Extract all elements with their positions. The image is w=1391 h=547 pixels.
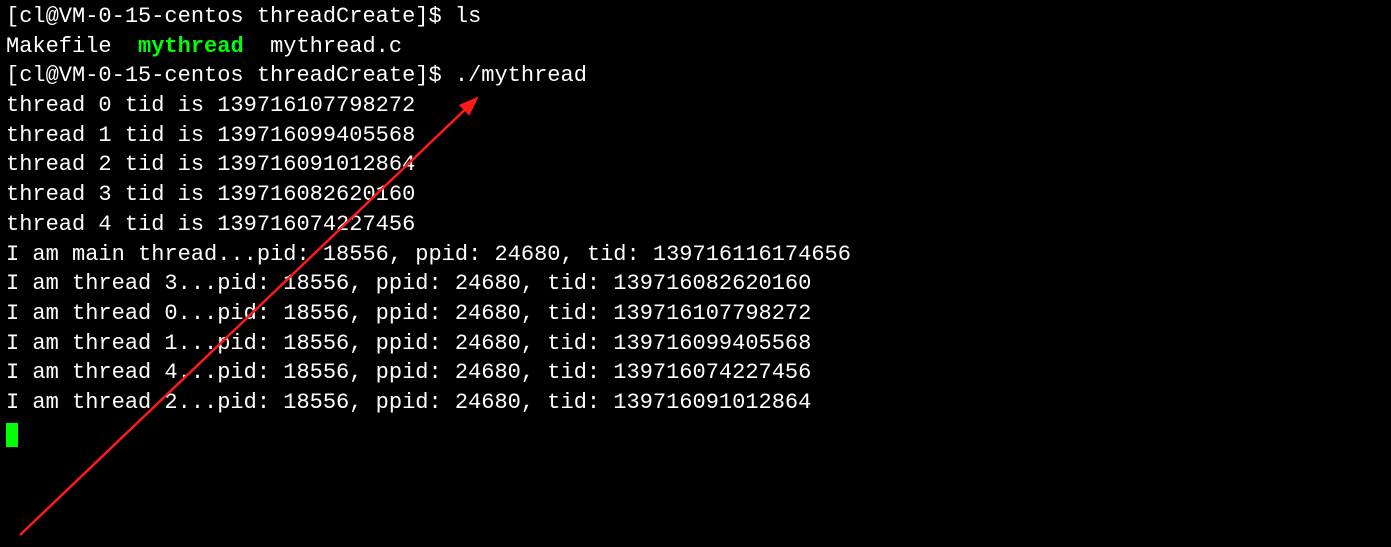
prompt-line-1: [cl@VM-0-15-centos threadCreate]$ ls: [6, 2, 1385, 32]
output-line: thread 3 tid is 139716082620160: [6, 180, 1385, 210]
shell-prompt: [cl@VM-0-15-centos threadCreate]$: [6, 63, 455, 88]
output-line: thread 4 tid is 139716074227456: [6, 210, 1385, 240]
command-run-mythread: ./mythread: [455, 63, 587, 88]
output-line: I am thread 1...pid: 18556, ppid: 24680,…: [6, 329, 1385, 359]
terminal-cursor[interactable]: [6, 423, 18, 447]
shell-prompt: [cl@VM-0-15-centos threadCreate]$: [6, 4, 455, 29]
output-line: thread 0 tid is 139716107798272: [6, 91, 1385, 121]
output-line: I am thread 2...pid: 18556, ppid: 24680,…: [6, 388, 1385, 418]
ls-output-line: Makefile mythread mythread.c: [6, 32, 1385, 62]
output-line: thread 1 tid is 139716099405568: [6, 121, 1385, 151]
command-ls: ls: [455, 4, 481, 29]
cursor-line[interactable]: [6, 418, 1385, 448]
output-line: I am main thread...pid: 18556, ppid: 246…: [6, 240, 1385, 270]
output-line: I am thread 4...pid: 18556, ppid: 24680,…: [6, 358, 1385, 388]
output-line: thread 2 tid is 139716091012864: [6, 150, 1385, 180]
output-line: I am thread 3...pid: 18556, ppid: 24680,…: [6, 269, 1385, 299]
output-line: I am thread 0...pid: 18556, ppid: 24680,…: [6, 299, 1385, 329]
ls-file-mythread-c: mythread.c: [270, 34, 402, 59]
ls-file-makefile: Makefile: [6, 34, 112, 59]
prompt-line-2: [cl@VM-0-15-centos threadCreate]$ ./myth…: [6, 61, 1385, 91]
ls-exec-mythread: mythread: [138, 34, 244, 59]
